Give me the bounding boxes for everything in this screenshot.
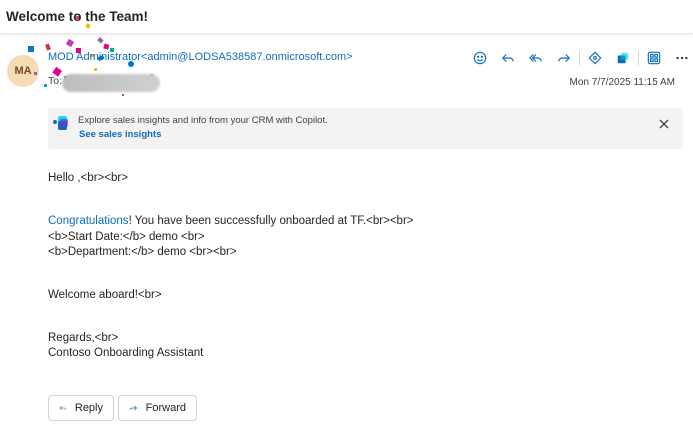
forward-icon[interactable]: [550, 48, 578, 68]
email-date: Mon 7/7/2025 11:15 AM: [569, 77, 675, 88]
body-welcome: Welcome aboard!<br>: [48, 289, 162, 301]
redacted-recipient: [62, 74, 160, 92]
avatar[interactable]: MA: [7, 55, 39, 87]
forward-button[interactable]: Forward: [118, 395, 197, 421]
body-start-date: <b>Start Date:</b> demo <br>: [48, 231, 205, 243]
reply-icon: [59, 405, 67, 411]
forward-icon: [129, 405, 138, 411]
copilot-banner-text: Explore sales insights and info from you…: [78, 115, 328, 126]
body-department: <b>Department:</b> demo <br><br>: [48, 246, 237, 258]
body-signature: Contoso Onboarding Assistant: [48, 347, 204, 359]
body-greeting: Hello ,<br><br>: [48, 172, 128, 184]
dynamics-icon[interactable]: [609, 48, 637, 68]
copilot-icon: [53, 116, 68, 130]
body-congrats: Congratulations! You have been successfu…: [48, 215, 414, 227]
reply-icon[interactable]: [494, 48, 522, 68]
emoji-icon[interactable]: [466, 48, 494, 68]
congratulations-link[interactable]: Congratulations: [48, 215, 129, 227]
reply-button[interactable]: Reply: [48, 395, 114, 421]
forward-label: Forward: [145, 402, 186, 414]
see-sales-insights-link[interactable]: See sales insights: [79, 129, 161, 140]
more-icon[interactable]: [668, 48, 693, 68]
grid-icon[interactable]: [640, 48, 668, 68]
copilot-banner: Explore sales insights and info from you…: [48, 108, 683, 149]
close-icon[interactable]: [657, 117, 671, 131]
reply-all-icon[interactable]: [522, 48, 550, 68]
avatar-initials: MA: [14, 65, 32, 77]
email-subject: Welcome to the Team!: [6, 9, 149, 24]
message-toolbar: [466, 48, 693, 68]
toolbar-divider: [638, 51, 639, 65]
body-regards: Regards,<br>: [48, 332, 119, 344]
subject-bar: Welcome to the Team!: [0, 0, 693, 34]
reply-label: Reply: [74, 402, 103, 414]
apps-icon[interactable]: [581, 48, 609, 68]
congrats-text: ! You have been successfully onboarded a…: [128, 215, 414, 227]
sender-name[interactable]: MOD Administrator<admin@LODSA538587.onmi…: [48, 51, 353, 63]
to-label: To:: [48, 75, 63, 87]
toolbar-divider: [579, 51, 580, 65]
